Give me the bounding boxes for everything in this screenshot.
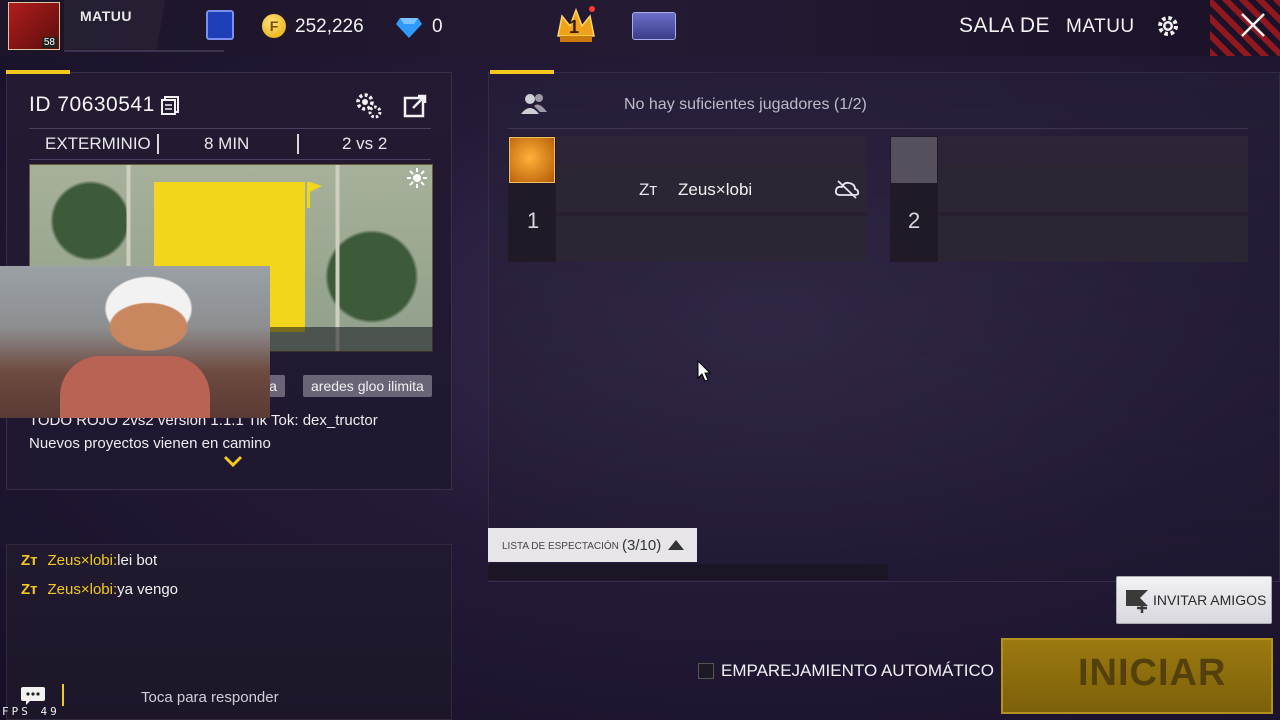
- room-settings-gear-icon[interactable]: [1156, 14, 1180, 38]
- empty-player-row[interactable]: [556, 216, 866, 262]
- spectator-count: (3/10): [622, 537, 662, 554]
- cloud-offline-icon: [834, 180, 860, 199]
- clan-tag: Zт: [639, 180, 658, 199]
- crown-rank-number: 1: [569, 17, 580, 37]
- panel-accent: [490, 70, 554, 74]
- game-mode: EXTERMINIO: [45, 134, 151, 153]
- divider: [157, 134, 159, 154]
- room-id-label: ID: [29, 93, 51, 116]
- panel-accent: [6, 70, 70, 74]
- chat-bubble-icon[interactable]: [20, 686, 48, 706]
- team-number: 1: [527, 208, 540, 233]
- player-name: MATUU: [80, 8, 133, 24]
- webcam-person: [60, 356, 210, 418]
- fps-label: FPS: [2, 705, 31, 718]
- chat-reply-input[interactable]: Toca para responder: [141, 689, 279, 706]
- chat-sender: Zeus×lobi:: [47, 581, 118, 598]
- player-avatar[interactable]: 58: [8, 2, 60, 50]
- gold-coin-icon: F: [262, 14, 286, 38]
- invite-flag-icon: [1126, 590, 1148, 613]
- team-avatar-tiger: [509, 137, 555, 183]
- spectator-label: LISTA DE ESPECTACIÓN: [502, 541, 619, 552]
- chat-divider: [62, 684, 64, 706]
- copy-icon[interactable]: [160, 95, 180, 115]
- fps-value: 49: [40, 705, 60, 718]
- players-icon: [521, 94, 547, 114]
- room-config-gears-icon[interactable]: [354, 91, 382, 119]
- close-icon[interactable]: [1236, 8, 1270, 42]
- share-icon[interactable]: [403, 92, 429, 118]
- match-format: 2 vs 2: [342, 134, 388, 153]
- room-owner: MATUU: [1066, 16, 1135, 37]
- team-avatar-empty: [891, 137, 937, 183]
- fps-counter: FPS 49: [2, 705, 60, 718]
- empty-player-row[interactable]: [938, 166, 1248, 212]
- player-level: 58: [41, 37, 57, 48]
- room-description-line: Nuevos proyectos vienen en camino: [29, 435, 271, 452]
- chat-message: Zт Zeus×lobi:lei bot: [21, 552, 157, 569]
- room-id: ID 70630541: [29, 93, 155, 117]
- rank-badge-icon[interactable]: [206, 10, 234, 40]
- vip-card-icon[interactable]: [632, 12, 676, 40]
- clan-tag: Zт: [21, 552, 38, 569]
- chat-text: ya vengo: [117, 581, 179, 598]
- lobby-status: No hay suficientes jugadores (1/2): [624, 96, 867, 113]
- chat-message: Zт Zeus×lobi:ya vengo: [21, 581, 178, 598]
- player-name-slot: Zeus×lobi: [678, 180, 753, 199]
- chevron-up-icon: [668, 540, 684, 550]
- empty-player-row[interactable]: [938, 216, 1248, 262]
- room-id-value: 70630541: [57, 93, 155, 116]
- flag-icon: [307, 182, 322, 208]
- diamond-value: 0: [432, 16, 443, 37]
- chat-text: lei bot: [117, 552, 158, 569]
- diamond-icon: [396, 18, 422, 38]
- panel-footer: [488, 564, 888, 580]
- match-duration: 8 MIN: [204, 134, 250, 153]
- chevron-down-icon[interactable]: [223, 455, 243, 469]
- auto-match-checkbox[interactable]: [698, 663, 714, 679]
- clan-tag: Zт: [21, 581, 38, 598]
- auto-match-label[interactable]: EMPAREJAMIENTO AUTOMÁTICO: [721, 661, 994, 681]
- room-title: SALA DE: [959, 14, 1051, 37]
- room-tag: aredes gloo ilimita: [303, 375, 432, 397]
- daytime-sun-icon: [407, 168, 427, 188]
- mouse-cursor-icon: [697, 360, 711, 382]
- divider: [297, 134, 299, 154]
- gold-value: 252,226: [295, 16, 364, 37]
- invite-friends-label: INVITAR AMIGOS: [1153, 592, 1267, 608]
- team-number: 2: [908, 208, 921, 233]
- start-button-label: INICIAR: [1078, 652, 1227, 694]
- chat-sender: Zeus×lobi:: [47, 552, 118, 569]
- divider: [508, 128, 1248, 129]
